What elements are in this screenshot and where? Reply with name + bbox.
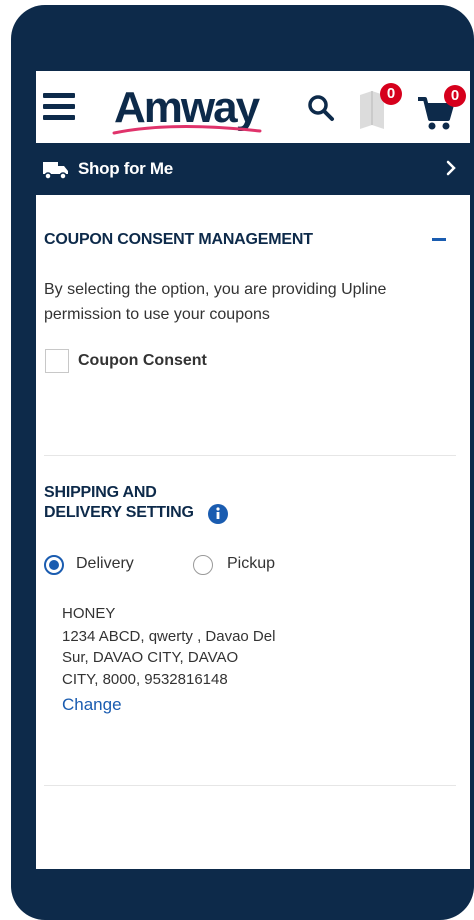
address-line-3: CITY, 8000, 9532816148 [62, 671, 228, 688]
address-line-1: 1234 ABCD, qwerty , Davao Del [62, 628, 276, 645]
collapse-icon[interactable] [432, 238, 446, 241]
cart-icon[interactable]: 0 [416, 85, 468, 133]
change-address-link[interactable]: Change [62, 695, 122, 715]
device-frame: Amway 0 0 Shop for Me COUPON CONSENT MAN… [11, 5, 474, 920]
info-icon[interactable] [208, 504, 228, 524]
app-screen: Amway 0 0 Shop for Me COUPON CONSENT MAN… [36, 71, 470, 869]
shop-for-me-bar[interactable]: Shop for Me [36, 143, 470, 195]
section-divider [44, 455, 456, 456]
coupon-section-title: COUPON CONSENT MANAGEMENT [44, 231, 313, 248]
wishlist-icon[interactable]: 0 [358, 83, 402, 133]
logo-swoosh-icon [112, 124, 262, 135]
shop-for-me-label: Shop for Me [78, 159, 173, 178]
delivery-radio[interactable] [44, 555, 64, 575]
address-name: HONEY [62, 605, 116, 622]
truck-icon [43, 162, 68, 180]
chevron-right-icon [446, 160, 456, 176]
pickup-radio[interactable] [193, 555, 213, 575]
cart-badge: 0 [444, 85, 466, 107]
section-divider [44, 785, 456, 786]
wishlist-badge: 0 [380, 83, 402, 105]
coupon-consent-checkbox[interactable] [45, 349, 69, 373]
address-line-2: Sur, DAVAO CITY, DAVAO [62, 649, 239, 666]
menu-icon[interactable] [43, 93, 75, 121]
search-icon[interactable] [306, 93, 336, 123]
coupon-consent-label: Coupon Consent [78, 352, 207, 369]
shipping-section-title: SHIPPING AND DELIVERY SETTING [44, 484, 194, 521]
app-header: Amway 0 0 [36, 71, 470, 143]
pickup-label[interactable]: Pickup [227, 555, 275, 573]
delivery-label[interactable]: Delivery [76, 555, 134, 573]
coupon-description: By selecting the option, you are providi… [44, 281, 387, 323]
amway-logo[interactable]: Amway [102, 71, 282, 143]
